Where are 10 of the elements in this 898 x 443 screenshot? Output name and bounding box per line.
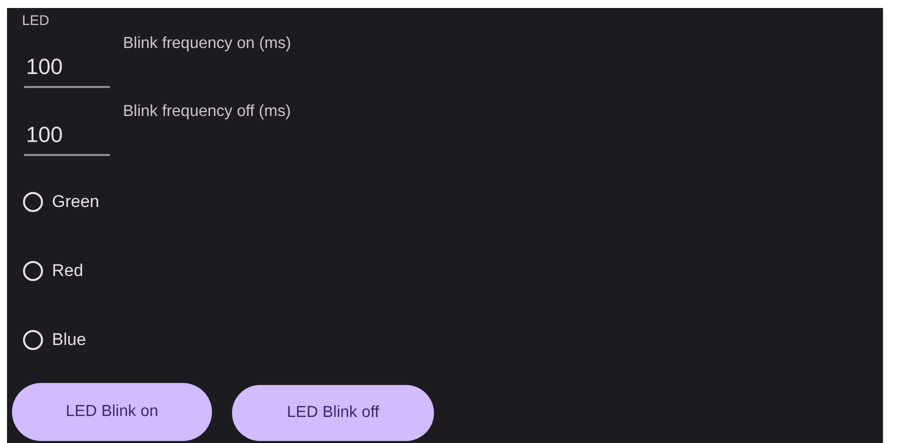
action-button[interactable]: LED Blink off xyxy=(232,385,434,441)
action-button[interactable]: LED Blink on xyxy=(12,383,212,441)
field-label: Blink frequency off (ms) xyxy=(123,103,291,121)
section-title: LED xyxy=(22,11,50,30)
radio-option[interactable]: Green xyxy=(22,182,100,222)
input-field[interactable]: 100 xyxy=(24,114,110,156)
input-field[interactable]: 100 xyxy=(24,46,110,88)
radio-option[interactable]: Blue xyxy=(22,320,86,360)
field-label: Blink frequency on (ms) xyxy=(123,35,292,53)
radio-option[interactable]: Red xyxy=(22,251,84,291)
